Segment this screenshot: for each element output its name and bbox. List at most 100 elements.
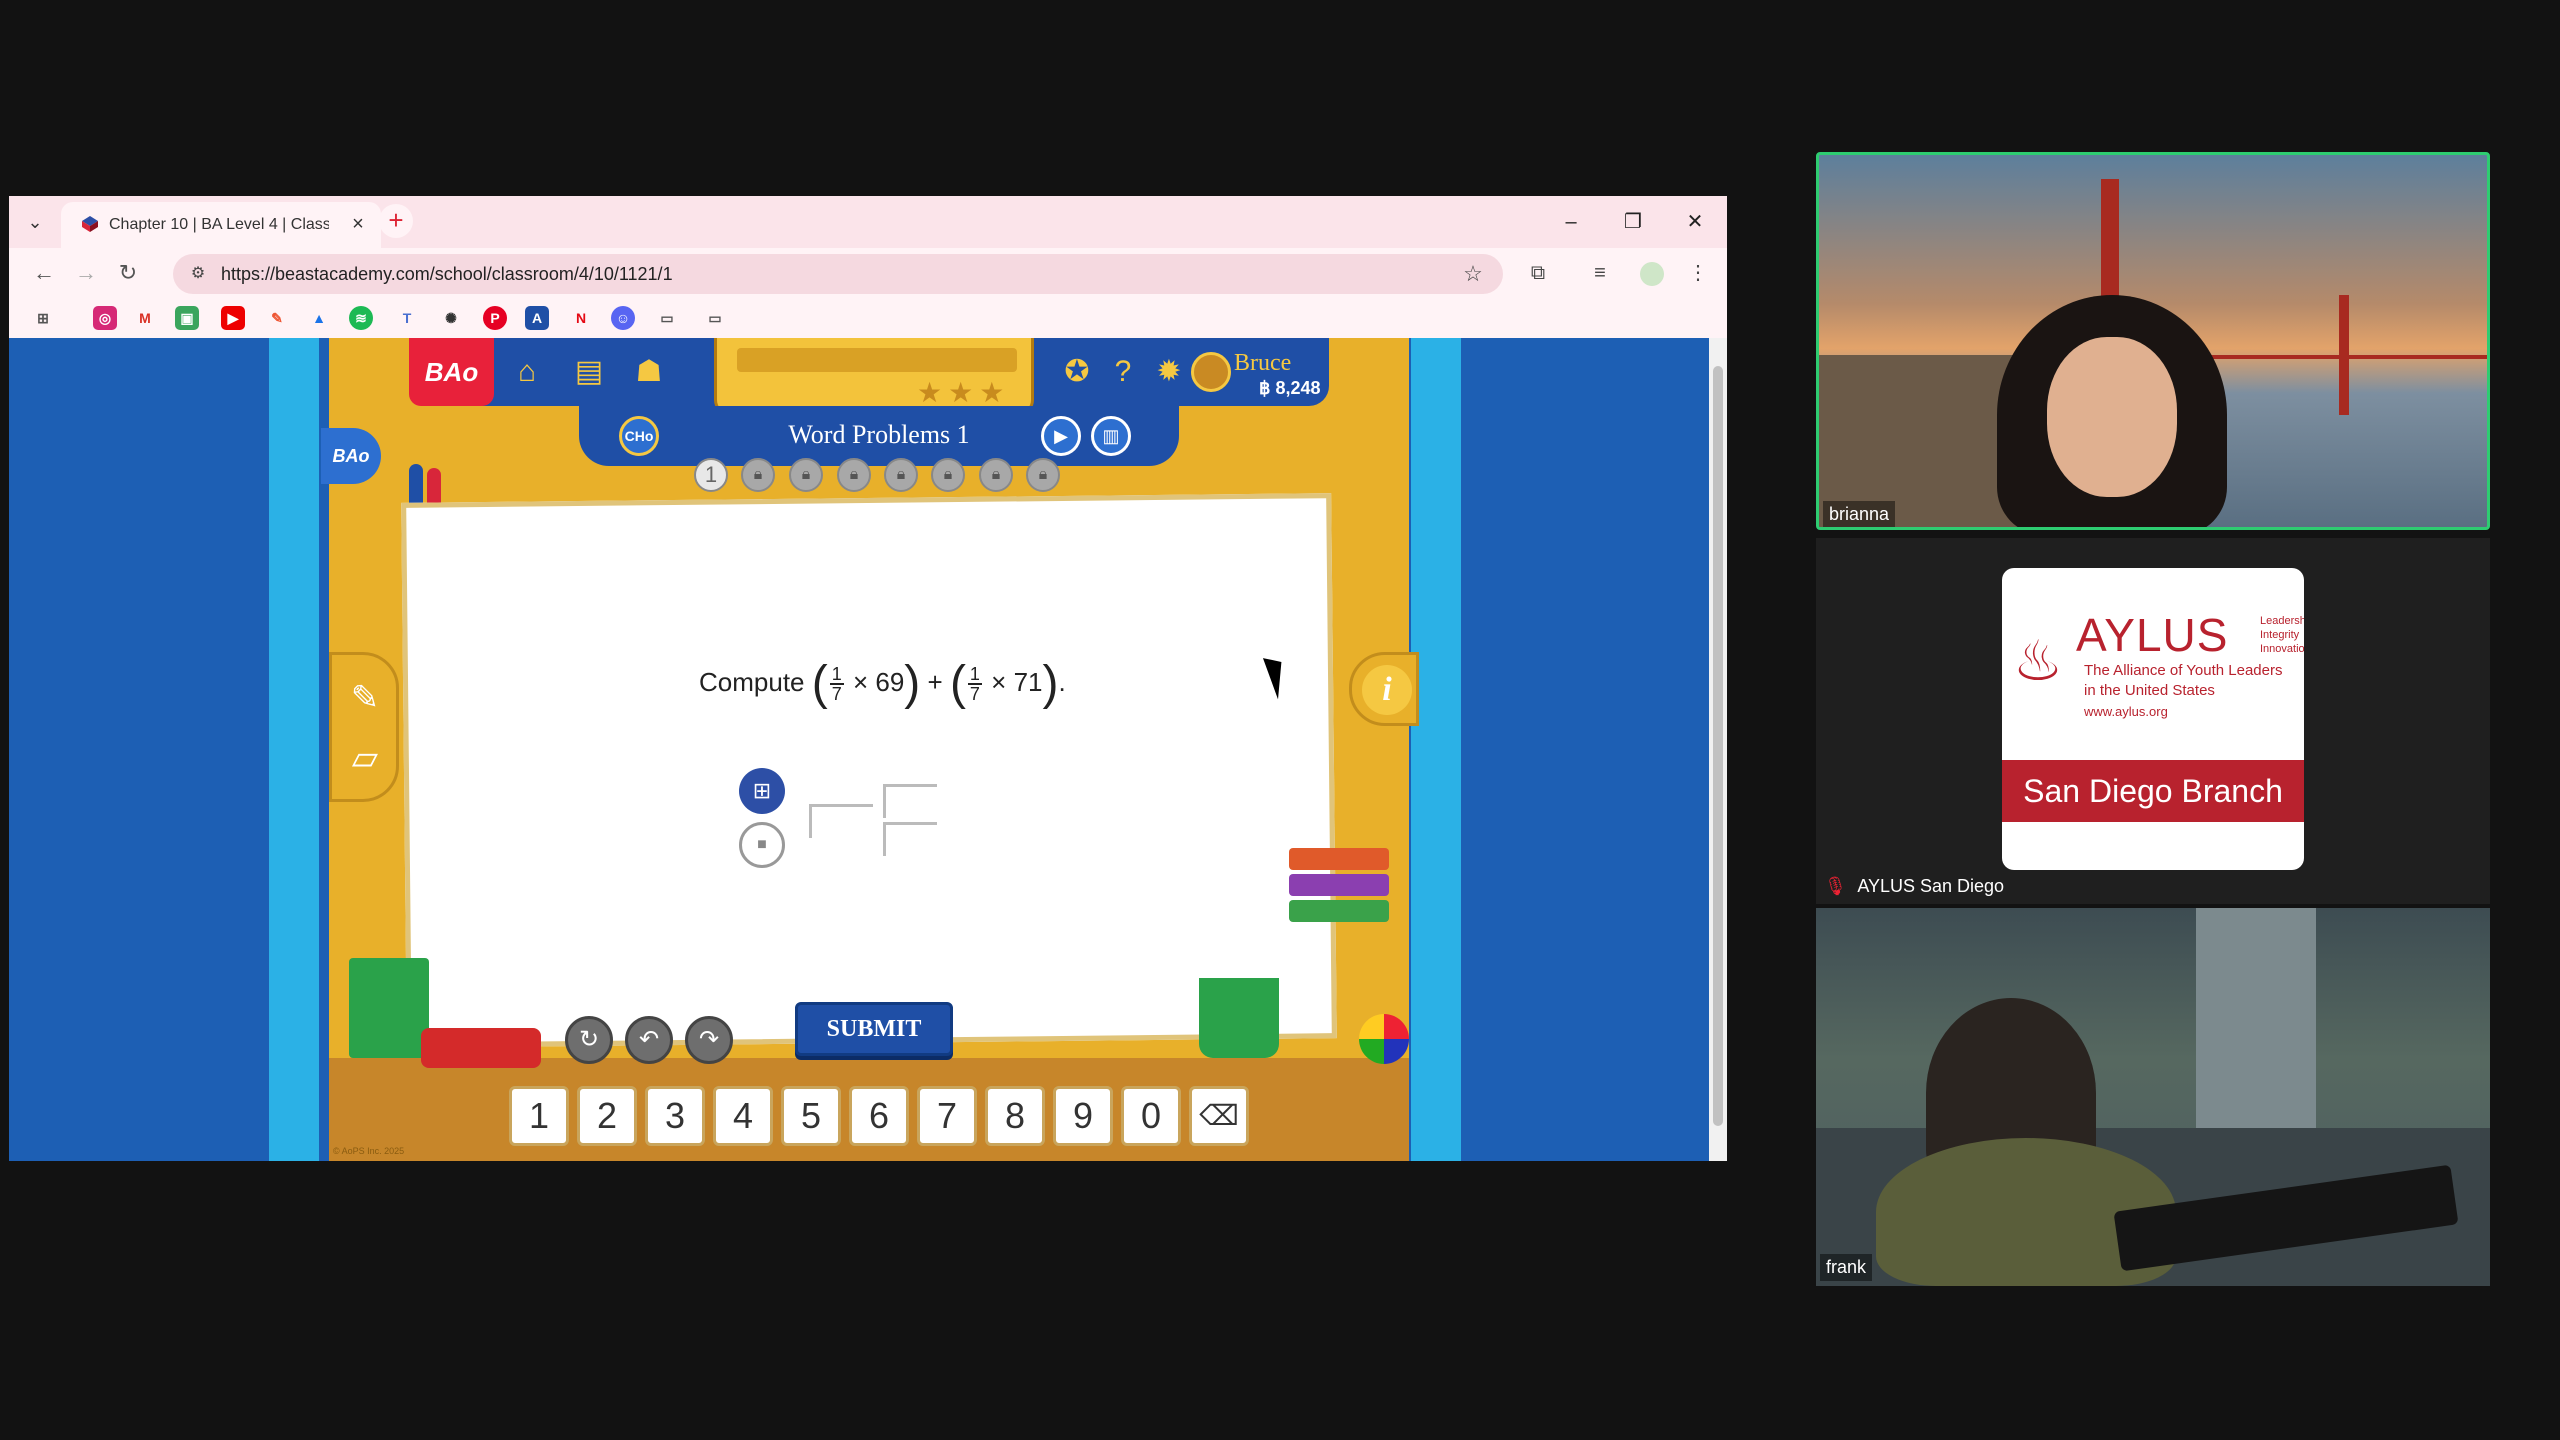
fraction-numerator-2: 1 (967, 664, 982, 685)
instagram-icon[interactable]: ◎ (93, 306, 117, 330)
side-bao-button[interactable]: BAo (321, 428, 381, 484)
problem-dot-locked-lock-icon: 🔒︎ (884, 458, 918, 492)
gmail-icon[interactable]: M (133, 306, 157, 330)
netflix-icon[interactable]: N (569, 306, 593, 330)
close-window-icon[interactable]: ✕ (1675, 204, 1715, 240)
books-decoration (1289, 848, 1389, 948)
folder-icon[interactable]: ▭ (655, 306, 679, 330)
aylus-branch: San Diego Branch (2002, 760, 2304, 822)
key-9[interactable]: 9 (1053, 1086, 1113, 1146)
kebab-menu-icon[interactable]: ⋮ (1683, 258, 1713, 288)
fraction-denominator-2: 7 (969, 684, 980, 704)
book-green (1289, 900, 1389, 922)
problem-dot-current[interactable]: 1 (694, 458, 728, 492)
classroom-icon[interactable]: ▣ (175, 306, 199, 330)
bucks-icon: ฿ (1259, 378, 1276, 398)
aylus-logo-card: ♨ AYLUS Leadership Integrity Innovation … (2002, 568, 2304, 870)
stapler-decoration (421, 1028, 541, 1068)
help-icon[interactable]: ? (1103, 352, 1143, 392)
browser-toolbar: ← → ↻ ⚙ https://beastacademy.com/school/… (9, 248, 1727, 298)
eraser-icon[interactable]: ▱ (342, 735, 388, 781)
answer-whole-input[interactable] (809, 804, 873, 838)
user-bucks: ฿ 8,248 (1259, 378, 1321, 399)
discord-icon[interactable]: ☺ (611, 306, 635, 330)
read-book-button[interactable]: ▥ (1091, 416, 1131, 456)
spotify-icon[interactable]: ≋ (349, 306, 373, 330)
info-icon[interactable]: i (1362, 665, 1412, 715)
youtube-icon[interactable]: ▶ (221, 306, 245, 330)
problem-dot-locked-lock-icon: 🔒︎ (741, 458, 775, 492)
undo-icon[interactable]: ↶ (625, 1016, 673, 1064)
monster-icon[interactable]: ☗ (629, 352, 669, 392)
key-6[interactable]: 6 (849, 1086, 909, 1146)
participant-tile-frank[interactable]: frank (1816, 908, 2490, 1286)
reset-icon[interactable]: ↻ (565, 1016, 613, 1064)
tab-close-icon[interactable]: × (345, 211, 371, 237)
key-3[interactable]: 3 (645, 1086, 705, 1146)
copyright: © AoPS Inc. 2025 (333, 1146, 405, 1156)
bao-logo[interactable]: BAo (409, 338, 494, 406)
folder-icon-2[interactable]: ▭ (703, 306, 727, 330)
pen-app-icon[interactable]: ✎ (265, 306, 289, 330)
key-8[interactable]: 8 (985, 1086, 1045, 1146)
guide-book-icon[interactable]: ▤ (569, 352, 609, 392)
restore-icon[interactable]: ❐ (1613, 204, 1653, 240)
whole-number-mode-icon[interactable]: ■ (739, 822, 785, 868)
left-accent-strip (269, 338, 319, 1161)
key-1[interactable]: 1 (509, 1086, 569, 1146)
answer-numerator-input[interactable] (883, 784, 937, 818)
participant-tile-brianna[interactable]: brianna (1816, 152, 2490, 530)
yarn-ball-decoration (1359, 1014, 1409, 1064)
profile-avatar-icon[interactable] (1637, 258, 1667, 288)
forward-arrow-icon[interactable]: → (71, 258, 101, 288)
openai-icon[interactable]: ✺ (439, 306, 463, 330)
media-controls-icon[interactable]: ≡ (1585, 258, 1615, 288)
aylus-url: www.aylus.org (2084, 704, 2168, 719)
key-7[interactable]: 7 (917, 1086, 977, 1146)
settings-gear-icon[interactable]: ✹ (1149, 352, 1189, 392)
apps-grid-icon[interactable]: ⊞ (31, 306, 55, 330)
aops-icon[interactable]: A (525, 306, 549, 330)
key-4[interactable]: 4 (713, 1086, 773, 1146)
backspace-icon[interactable]: ⌫ (1189, 1086, 1249, 1146)
aylus-line-1: The Alliance of Youth Leaders (2084, 662, 2283, 679)
reload-icon[interactable]: ↻ (113, 258, 143, 288)
problem-dot-locked-lock-icon: 🔒︎ (837, 458, 871, 492)
term-1: × 69 (852, 666, 905, 697)
award-icon[interactable]: ✪ (1057, 352, 1097, 392)
google-drive-icon[interactable]: ▲ (307, 306, 331, 330)
pinterest-icon[interactable]: P (483, 306, 507, 330)
book-orange (1289, 848, 1389, 870)
answer-denominator-input[interactable] (883, 822, 937, 856)
problem-dot-locked-lock-icon: 🔒︎ (789, 458, 823, 492)
pencil-icon[interactable]: ✎ (342, 675, 388, 721)
key-2[interactable]: 2 (577, 1086, 637, 1146)
bookmark-star-icon[interactable]: ☆ (1459, 260, 1487, 288)
key-5[interactable]: 5 (781, 1086, 841, 1146)
scrollbar-thumb[interactable] (1713, 366, 1723, 1126)
redo-icon[interactable]: ↷ (685, 1016, 733, 1064)
active-tab[interactable]: Chapter 10 | BA Level 4 | Classro × (61, 202, 381, 248)
extensions-icon[interactable]: ⧉ (1523, 258, 1553, 288)
user-name[interactable]: Bruce (1234, 350, 1291, 377)
back-arrow-icon[interactable]: ← (29, 258, 59, 288)
number-keypad: 1 2 3 4 5 6 7 8 9 0 ⌫ (509, 1086, 1309, 1150)
translate-icon[interactable]: T (395, 306, 419, 330)
key-0[interactable]: 0 (1121, 1086, 1181, 1146)
url-text: https://beastacademy.com/school/classroo… (221, 264, 673, 284)
museum-icon[interactable]: ⌂ (507, 352, 547, 392)
participant-name-brianna: brianna (1823, 501, 1896, 527)
play-video-button[interactable]: ▶ (1041, 416, 1081, 456)
aylus-line-2: in the United States (2084, 682, 2215, 699)
site-info-icon[interactable]: ⚙ (187, 263, 209, 285)
user-avatar[interactable] (1191, 352, 1231, 392)
mixed-number-mode-icon[interactable]: ⊞ (739, 768, 785, 814)
new-tab-button[interactable]: + (379, 204, 413, 238)
stars-icon: ★★★ (917, 377, 1011, 408)
address-bar[interactable]: ⚙ https://beastacademy.com/school/classr… (173, 254, 1503, 294)
participant-tile-aylus[interactable]: ♨ AYLUS Leadership Integrity Innovation … (1816, 538, 2490, 904)
tab-list-chevron-icon[interactable]: ⌄ (23, 210, 47, 234)
minimize-icon[interactable]: – (1551, 204, 1591, 240)
submit-button[interactable]: SUBMIT (795, 1002, 953, 1056)
period: . (1058, 666, 1066, 697)
